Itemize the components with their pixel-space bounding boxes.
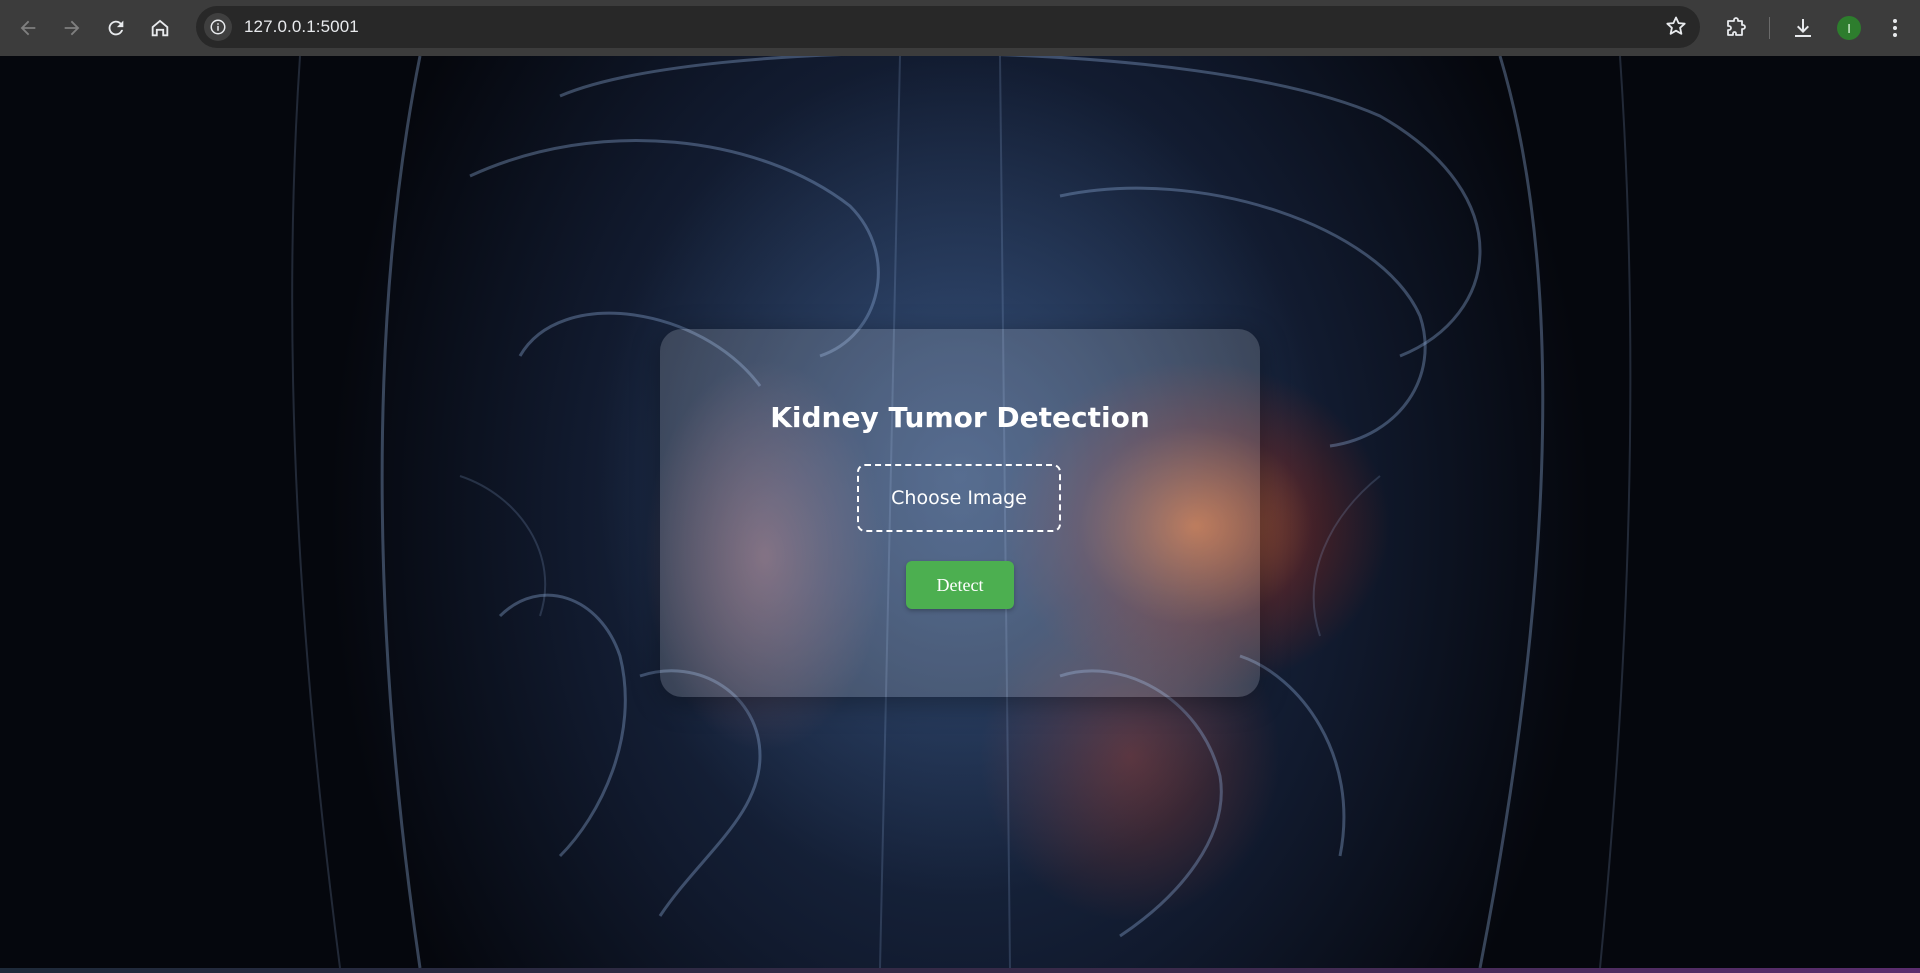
browser-menu-button[interactable] [1872, 5, 1918, 51]
home-icon [151, 19, 169, 37]
browser-toolbar: 127.0.0.1:5001 I [0, 0, 1920, 56]
avatar: I [1837, 16, 1861, 40]
puzzle-icon [1727, 17, 1746, 36]
address-bar[interactable]: 127.0.0.1:5001 [196, 6, 1700, 48]
reload-icon [108, 20, 124, 36]
page-viewport: Kidney Tumor Detection Choose Image Dete… [0, 56, 1920, 968]
profile-button[interactable]: I [1826, 5, 1872, 51]
reload-button[interactable] [94, 6, 138, 50]
choose-image-label: Choose Image [891, 487, 1027, 509]
detect-button[interactable]: Detect [906, 561, 1014, 609]
toolbar-separator [1769, 17, 1770, 39]
extensions-button[interactable] [1713, 5, 1759, 51]
url-text[interactable]: 127.0.0.1:5001 [244, 17, 359, 37]
back-button[interactable] [6, 6, 50, 50]
bookmark-button[interactable] [1664, 14, 1688, 43]
star-icon [1666, 16, 1686, 35]
detect-label: Detect [936, 574, 984, 595]
downloads-button[interactable] [1780, 5, 1826, 51]
forward-button[interactable] [50, 6, 94, 50]
page-title: Kidney Tumor Detection [770, 401, 1150, 434]
toolbar-actions: I [1713, 0, 1920, 56]
home-button[interactable] [138, 6, 182, 50]
arrow-right-icon [64, 20, 80, 36]
site-info-button[interactable] [204, 13, 232, 41]
window-bottom-edge [0, 968, 1920, 973]
choose-image-button[interactable]: Choose Image [857, 464, 1061, 532]
download-icon [1795, 19, 1811, 37]
upload-card: Kidney Tumor Detection Choose Image Dete… [660, 329, 1260, 697]
info-icon [210, 19, 226, 35]
kebab-menu-icon [1893, 19, 1897, 37]
arrow-left-icon [20, 20, 36, 36]
